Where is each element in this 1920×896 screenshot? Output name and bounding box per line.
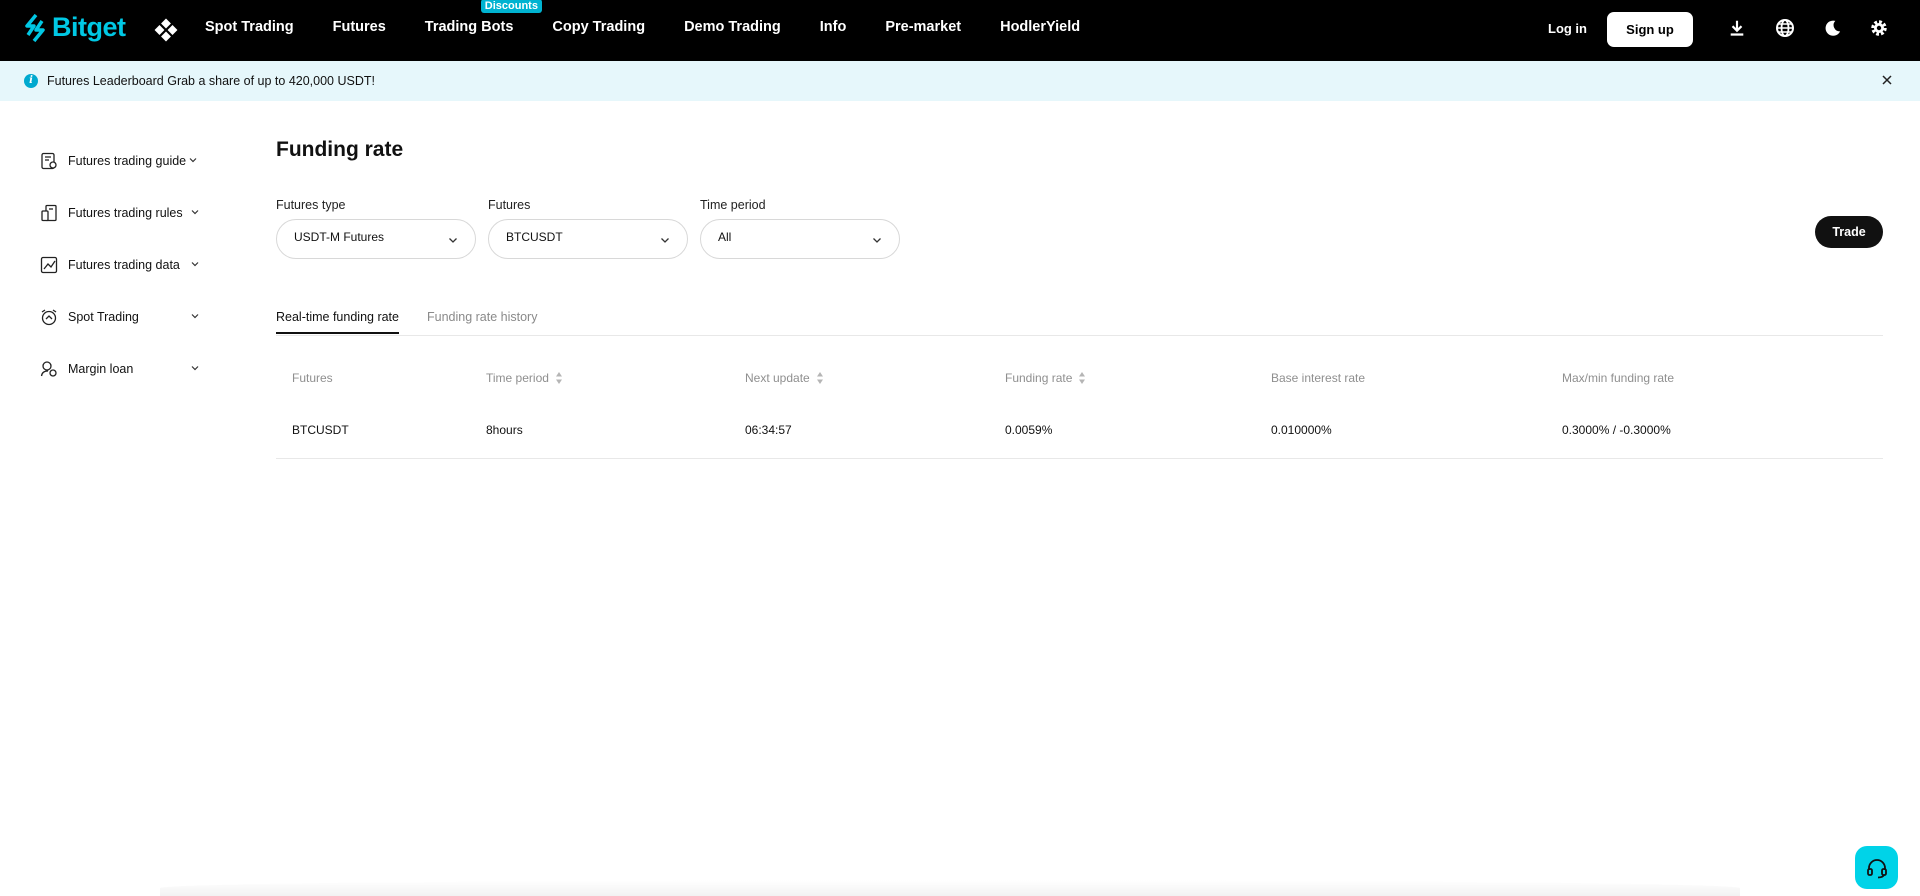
cell-max-min-funding-rate: 0.3000% / -0.3000% [1562, 423, 1671, 437]
nav-copy-trading[interactable]: Copy Trading [552, 19, 645, 35]
moon-icon[interactable] [1821, 17, 1843, 39]
trade-button[interactable]: Trade [1815, 216, 1883, 248]
column-header-base-interest-rate: Base interest rate [1271, 371, 1365, 385]
main-nav: Spot Trading Futures Trading Bots Discou… [205, 0, 1119, 61]
tab-funding-rate-history[interactable]: Funding rate history [427, 310, 537, 324]
chevron-down-icon [191, 314, 199, 319]
chevron-down-icon [191, 210, 199, 215]
gear-icon[interactable] [1868, 17, 1890, 39]
cell-time-period: 8hours [486, 423, 523, 437]
apps-grid-icon[interactable] [154, 18, 178, 42]
sidebar-item-label: Margin loan [68, 362, 134, 376]
chevron-down-icon [189, 158, 197, 163]
cell-next-update: 06:34:57 [745, 423, 792, 437]
futures-type-label: Futures type [276, 198, 346, 212]
top-navigation-bar: Bitget Spot Trading Futures Trading Bots… [0, 0, 1920, 61]
nav-demo-trading[interactable]: Demo Trading [684, 19, 781, 35]
cell-base-interest-rate: 0.010000% [1271, 423, 1332, 437]
rules-icon [41, 204, 57, 222]
sort-icon [555, 372, 562, 384]
chevron-down-icon [449, 238, 457, 243]
nav-hodleryield[interactable]: HodlerYield [1000, 19, 1080, 35]
sidebar-item-label: Spot Trading [68, 310, 139, 324]
loan-icon [40, 361, 57, 377]
announcement-text[interactable]: Futures Leaderboard Grab a share of up t… [47, 74, 375, 88]
chevron-down-icon [191, 262, 199, 267]
column-header-funding-rate[interactable]: Funding rate [1005, 371, 1086, 385]
time-period-select[interactable]: All [700, 219, 900, 259]
signup-button[interactable]: Sign up [1607, 12, 1693, 47]
column-header-label: Time period [486, 371, 549, 385]
discounts-badge: Discounts [480, 0, 542, 13]
brand-name: Bitget [52, 12, 126, 42]
sidebar: Futures trading guide Futures trading ru… [40, 135, 210, 395]
info-icon: i [24, 74, 38, 88]
bitget-logo-icon [25, 13, 45, 42]
column-header-time-period[interactable]: Time period [486, 371, 563, 385]
column-header-label: Base interest rate [1271, 371, 1366, 385]
login-link[interactable]: Log in [1548, 21, 1587, 36]
nav-trading-bots-label: Trading Bots [424, 18, 514, 35]
bottom-shadow [160, 880, 1740, 896]
sidebar-item-label: Futures trading rules [68, 206, 183, 220]
table-row: BTCUSDT 8hours 06:34:57 0.0059% 0.010000… [276, 407, 1883, 459]
sidebar-item-label: Futures trading data [68, 258, 180, 272]
futures-type-select[interactable]: USDT-M Futures [276, 219, 476, 259]
sort-icon [816, 372, 823, 384]
column-header-max-min-funding-rate: Max/min funding rate [1562, 371, 1674, 385]
page-title: Funding rate [276, 138, 404, 161]
headset-icon [1866, 858, 1887, 878]
nav-trading-bots[interactable]: Trading Bots Discounts [424, 0, 542, 35]
time-period-value: All [718, 230, 732, 244]
close-icon[interactable] [1880, 73, 1894, 87]
announcement-bar: i Futures Leaderboard Grab a share of up… [0, 61, 1920, 101]
futures-select[interactable]: BTCUSDT [488, 219, 688, 259]
column-header-futures: Futures [292, 371, 333, 385]
sidebar-item-futures-trading-data[interactable]: Futures trading data [40, 239, 210, 291]
nav-futures[interactable]: Futures [333, 19, 386, 35]
sidebar-item-spot-trading[interactable]: Spot Trading [40, 291, 210, 343]
futures-value: BTCUSDT [506, 230, 563, 244]
time-period-label: Time period [700, 198, 766, 212]
futures-type-value: USDT-M Futures [294, 230, 385, 244]
guide-icon [41, 152, 57, 170]
cell-futures: BTCUSDT [292, 423, 349, 437]
funding-rate-tabs: Real-time funding rate Funding rate hist… [276, 300, 1883, 336]
cell-funding-rate: 0.0059% [1005, 423, 1053, 437]
customer-support-button[interactable] [1855, 846, 1898, 889]
nav-spot-trading[interactable]: Spot Trading [205, 19, 294, 35]
futures-label: Futures [488, 198, 531, 212]
spot-icon [41, 309, 57, 326]
column-header-label: Futures [292, 371, 333, 385]
sort-icon [1079, 372, 1086, 384]
chart-icon [40, 256, 58, 274]
chevron-down-icon [661, 238, 669, 243]
nav-pre-market[interactable]: Pre-market [885, 19, 961, 35]
globe-icon[interactable] [1774, 17, 1796, 39]
download-icon[interactable] [1726, 17, 1748, 39]
tab-real-time-funding-rate[interactable]: Real-time funding rate [276, 310, 399, 334]
column-header-label: Funding rate [1005, 371, 1073, 385]
nav-info[interactable]: Info [820, 19, 847, 35]
sidebar-item-label: Futures trading guide [68, 154, 187, 168]
chevron-down-icon [191, 366, 199, 371]
sidebar-item-futures-trading-rules[interactable]: Futures trading rules [40, 187, 210, 239]
chevron-down-icon [873, 238, 881, 243]
column-header-label: Next update [745, 371, 810, 385]
sidebar-item-futures-trading-guide[interactable]: Futures trading guide [40, 135, 210, 187]
bitget-logo[interactable]: Bitget [22, 12, 126, 43]
column-header-label: Max/min funding rate [1562, 371, 1675, 385]
column-header-next-update[interactable]: Next update [745, 371, 824, 385]
sidebar-item-margin-loan[interactable]: Margin loan [40, 343, 210, 395]
